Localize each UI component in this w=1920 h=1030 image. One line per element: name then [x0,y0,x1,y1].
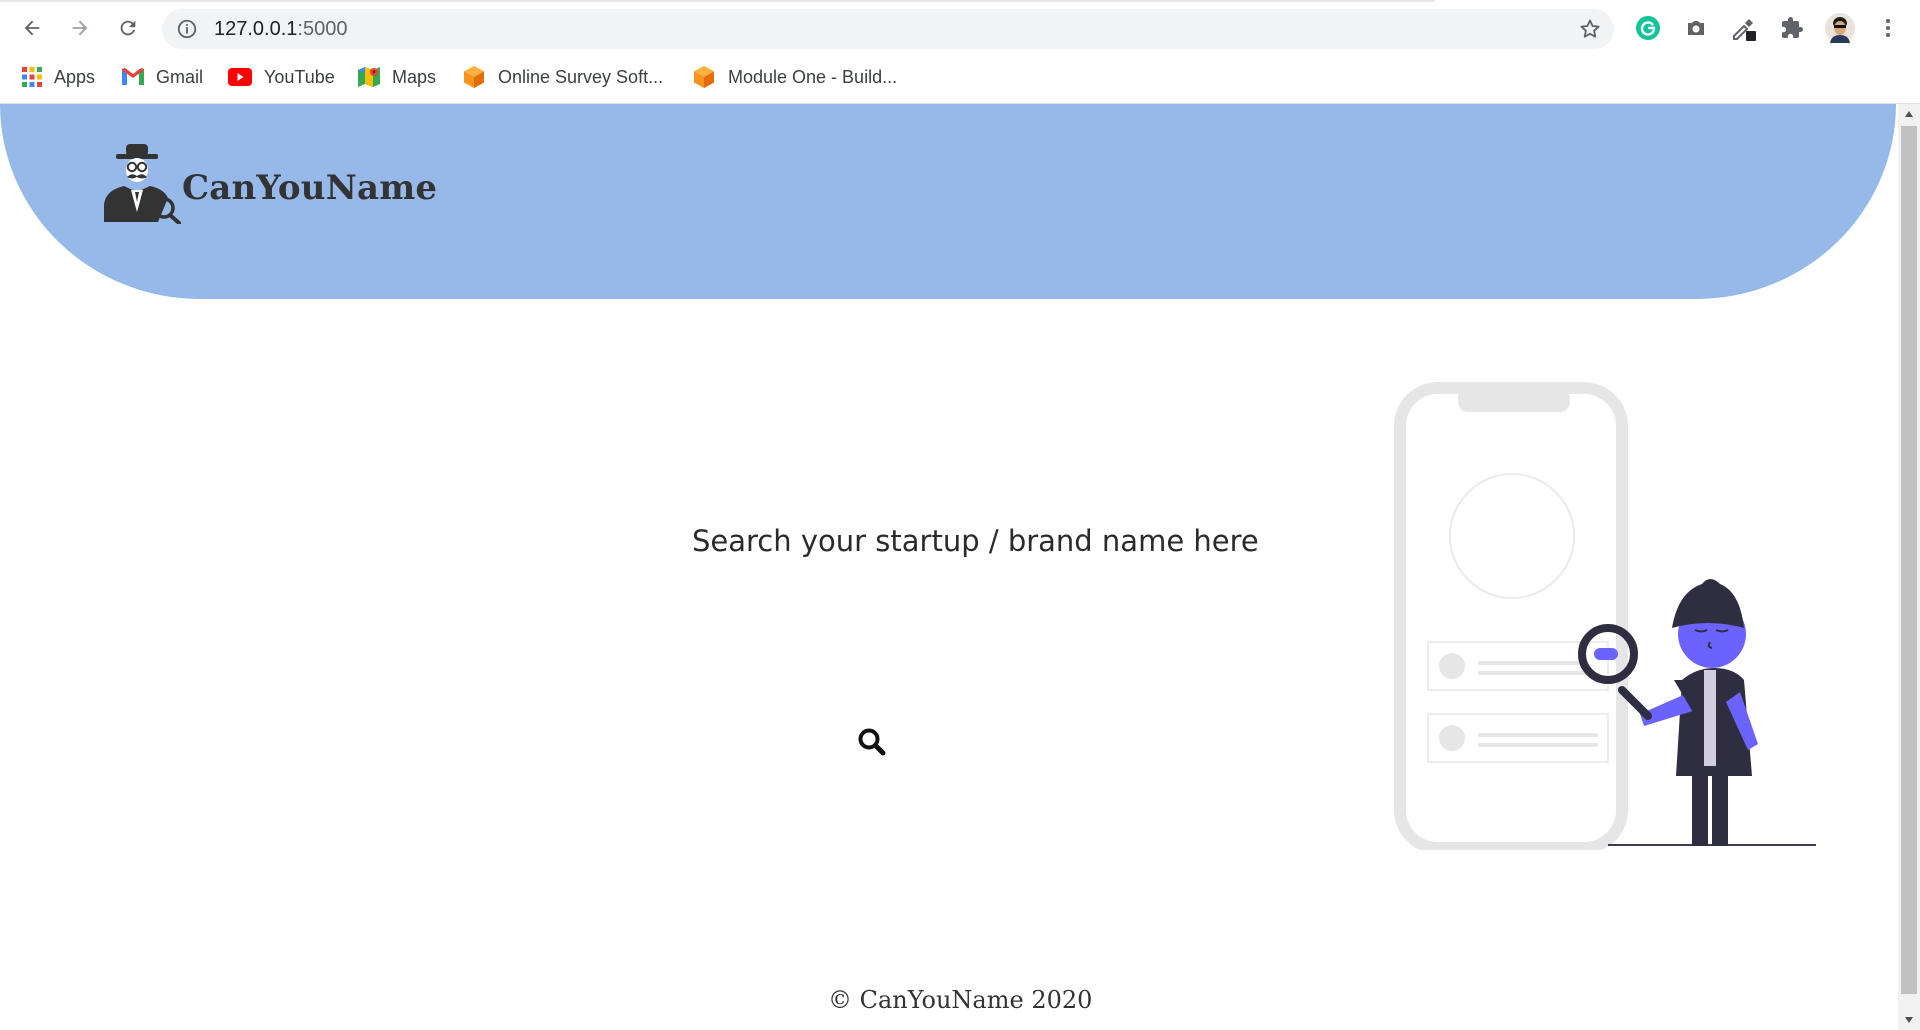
bookmark-star-icon[interactable] [1578,17,1602,41]
vertical-scrollbar[interactable] [1898,104,1920,1030]
bookmark-label: Module One - Build... [728,66,898,87]
brand-name: CanYouName [182,168,438,208]
browser-menu-button[interactable] [1872,12,1904,44]
bookmark-gmail[interactable]: Gmail [122,64,203,90]
scrollbar-thumb[interactable] [1901,126,1917,994]
bookmarks-bar: Apps Gmail YouTube Maps Online Survey So… [0,58,1920,94]
search-button[interactable] [856,726,888,758]
forward-arrow-icon [72,20,88,36]
grammarly-extension[interactable] [1632,12,1664,44]
scroll-down-button[interactable] [1898,1010,1920,1030]
browser-chrome: 127.0.0.1:5000 Apps Gmail YouTube Maps O… [0,0,1920,104]
search-prompt: Search your startup / brand name here [692,524,1259,558]
camera-icon [1688,21,1704,35]
apps-grid-icon [22,67,42,87]
back-button[interactable] [12,10,52,46]
eyedropper-extension[interactable] [1728,12,1760,44]
eyedropper-icon [1733,19,1756,41]
bookmark-maps[interactable]: Maps [358,64,436,90]
header-banner: CanYouName [0,104,1896,299]
gmail-icon [122,68,144,85]
screenshot-extension[interactable] [1680,12,1712,44]
copyright-text: © CanYouName 2020 [828,986,1093,1014]
bookmark-online-survey[interactable]: Online Survey Soft... [462,64,663,90]
youtube-icon [228,68,252,86]
address-bar[interactable]: 127.0.0.1:5000 [162,9,1614,49]
bookmark-label: Online Survey Soft... [498,66,664,87]
bookmark-label: YouTube [264,66,335,87]
reload-icon [120,20,136,36]
bookmark-youtube[interactable]: YouTube [228,64,335,90]
search-icon [858,728,886,756]
bookmark-label: Maps [392,66,437,87]
browser-toolbar: 127.0.0.1:5000 [0,0,1920,56]
kebab-menu-icon [1886,19,1890,37]
scroll-down-arrow-icon [1905,1017,1913,1023]
profile-avatar[interactable] [1824,12,1856,44]
bookmark-label: Gmail [156,66,204,87]
reload-button[interactable] [108,10,148,46]
orange-cube-icon [464,66,484,88]
scroll-up-arrow-icon [1905,111,1913,117]
bookmark-label: Apps [54,66,96,87]
site-info-icon[interactable] [176,18,198,40]
url-host: 127.0.0.1 [214,18,298,40]
back-arrow-icon [24,20,40,36]
orange-cube-icon [694,66,714,88]
forward-button[interactable] [60,10,100,46]
bookmark-apps[interactable]: Apps [22,64,95,90]
web-page: CanYouName Search your startup / brand n… [0,104,1898,1030]
avatar-icon [1825,13,1855,43]
detective-logo-icon [104,144,181,224]
extensions-button[interactable] [1776,12,1808,44]
puzzle-icon [1782,17,1803,38]
url-text[interactable]: 127.0.0.1:5000 [214,17,347,41]
detective-phone-illustration [1394,382,1816,850]
bookmark-module-one[interactable]: Module One - Build... [692,64,897,90]
scroll-up-button[interactable] [1898,104,1920,124]
site-logo[interactable]: CanYouName [100,144,437,224]
url-port: :5000 [297,18,348,40]
grammarly-icon [1636,16,1660,40]
maps-icon [358,67,380,87]
